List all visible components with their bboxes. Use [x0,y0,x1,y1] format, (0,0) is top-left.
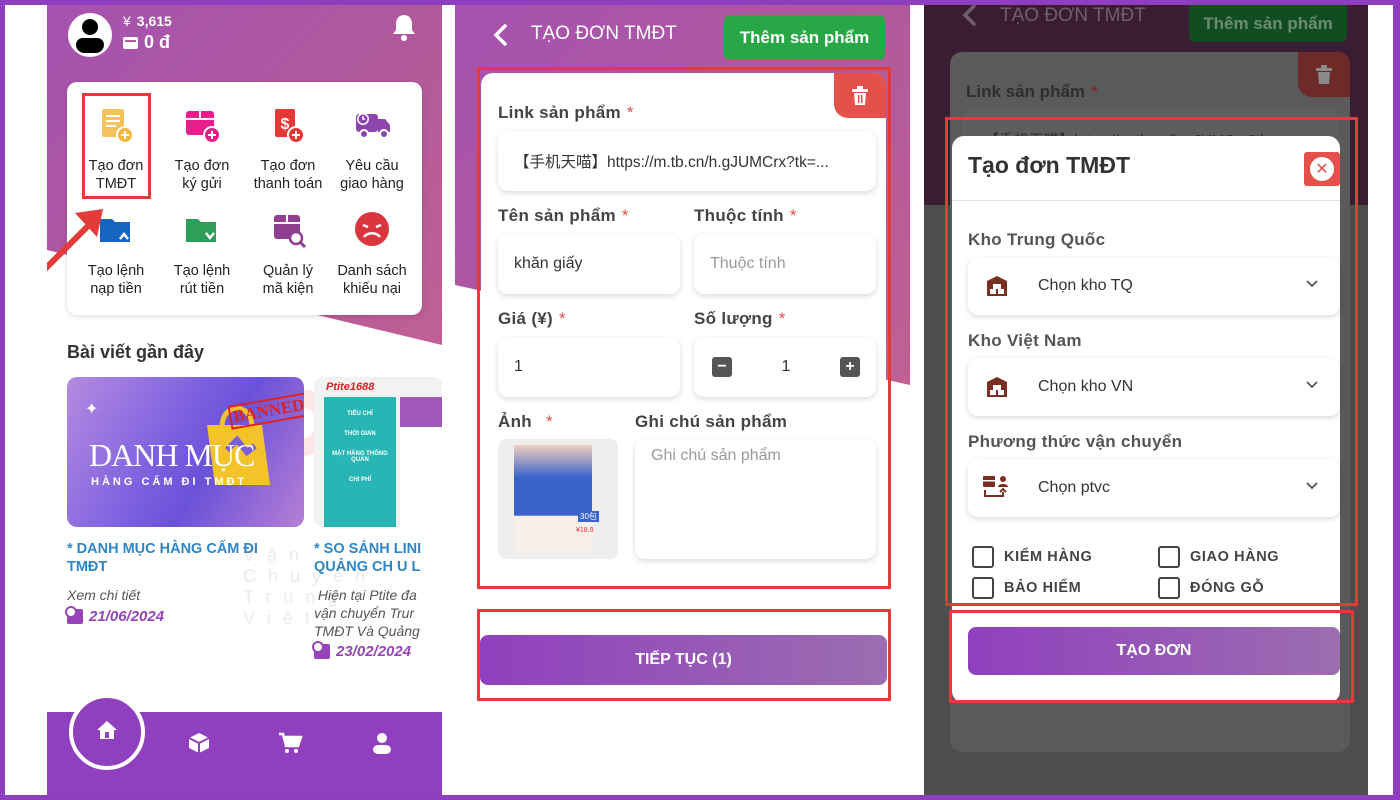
menu-complaints-list[interactable]: Danh sách khiếu nại [329,209,415,298]
nav-home[interactable] [69,694,145,770]
highlight-box [82,93,151,199]
package-search-icon [274,215,307,249]
highlight-box [949,610,1354,703]
article-thumbnail[interactable]: ✦ BANNED DANH MỤC HÀNG CẤM ĐI TMĐT [67,377,304,527]
payment-plus-icon: $ [275,109,305,144]
box-icon[interactable] [186,730,212,756]
home-screen: ¥3,615 0 đ Tạo đơn TMĐT Tạo đơn ký gửi $… [47,5,442,795]
back-arrow-icon [962,5,976,26]
calendar-icon [65,606,83,624]
article-date: 23/02/2024 [312,641,411,660]
sparkle-icon: ✦ [85,401,99,418]
delivery-truck-icon [356,113,390,139]
article-link[interactable]: Xem chi tiết [67,586,140,604]
sad-face-icon [355,212,389,246]
menu-create-withdraw[interactable]: Tạo lệnh rút tiền [159,209,245,298]
trash-icon [1316,64,1332,84]
avatar[interactable] [68,13,112,57]
cart-icon[interactable] [277,730,303,756]
article-title[interactable]: * DANH MỤC HÀNG CẤM ĐI TMĐT [67,540,304,576]
highlight-box [945,117,1358,606]
article-title[interactable]: * SO SÁNH LINI QUẢNG CH U L [314,540,442,576]
pointer-arrow [47,209,103,272]
svg-text:$: $ [281,116,290,133]
screenshot-canvas: ¥3,615 0 đ Tạo đơn TMĐT Tạo đơn ký gửi $… [5,5,1393,795]
bottom-navigation [47,694,442,795]
wallet-icon [123,36,138,49]
menu-delivery-request[interactable]: Yêu cầu giao hàng [329,104,415,193]
menu-manage-packages[interactable]: Quản lý mã kiện [245,209,331,298]
recent-posts-title: Bài viết gần đây [67,342,205,362]
bell-icon[interactable] [391,13,417,43]
cny-balance: ¥3,615 [123,13,172,29]
dimmed-add-product-button: Thêm sản phẩm [1189,5,1347,42]
wallet-withdraw-icon [186,219,216,242]
vnd-balance: 0 đ [123,32,170,53]
page-title: TẠO ĐƠN TMĐT [531,23,677,44]
calendar-icon [312,641,330,659]
create-order-modal-screen: TẠO ĐƠN TMĐT Thêm sản phẩm Link sản phẩm… [924,5,1368,795]
menu-create-payment-order[interactable]: $ Tạo đơn thanh toán [245,104,331,193]
article-date: 21/06/2024 [65,606,164,625]
user-icon[interactable] [369,730,395,756]
highlight-box [477,67,891,589]
dimmed-page-title: TẠO ĐƠN TMĐT [1000,5,1146,26]
article-thumbnail[interactable]: Ptite1688 TIÊU CHÍ THỜI GIAN MẶT HÀNG TH… [314,377,442,527]
order-form-screen: TẠO ĐƠN TMĐT Thêm sản phẩm Link sản phẩm… [455,5,910,795]
home-icon [97,721,117,739]
continue-button[interactable]: TIẾP TỤC (1) [480,635,887,685]
article-excerpt: Hiện tại Ptite đa vận chuyển Trur TMĐT V… [314,587,420,639]
back-arrow-icon[interactable] [491,23,509,47]
add-product-button[interactable]: Thêm sản phẩm [724,15,885,60]
box-plus-icon [186,111,221,144]
menu-create-consignment-order[interactable]: Tạo đơn ký gửi [159,104,245,193]
